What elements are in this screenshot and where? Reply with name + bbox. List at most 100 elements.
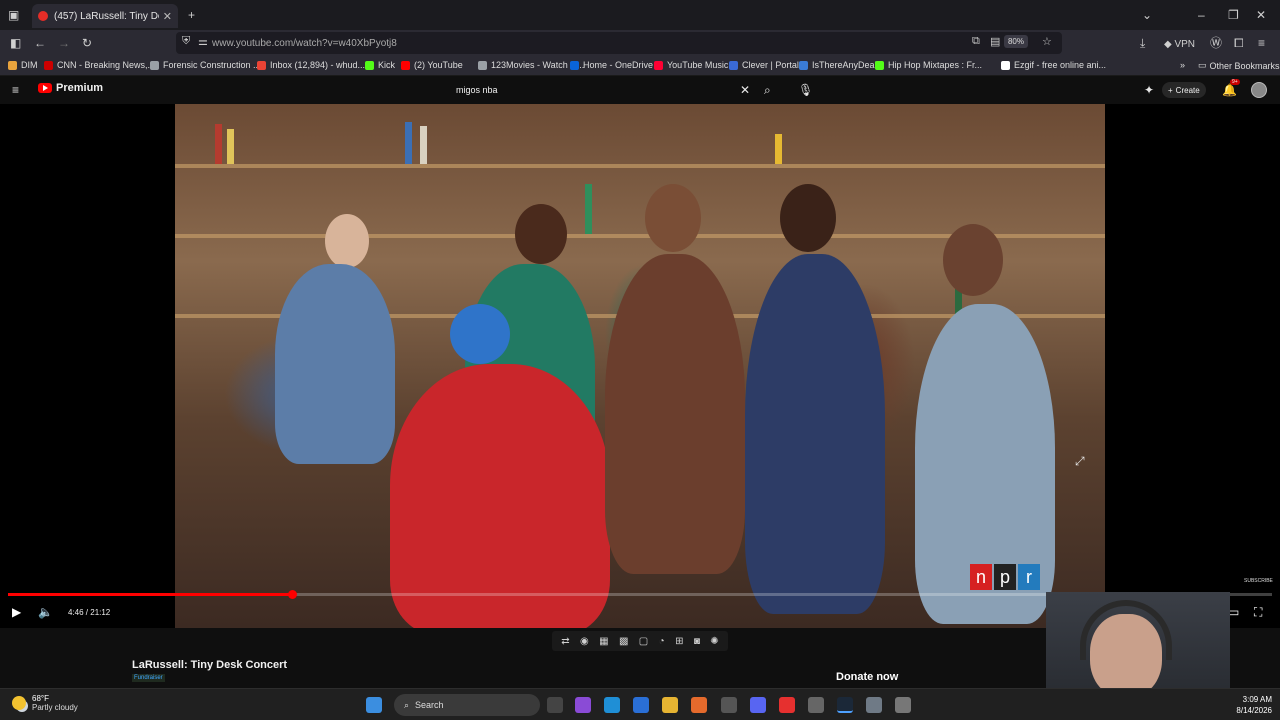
voice-search-mic-icon[interactable]: 🎙: [798, 83, 813, 97]
permissions-icon[interactable]: ⚌: [198, 35, 208, 48]
screenshot-icon[interactable]: ◙: [694, 636, 700, 647]
bookmark-label: Kick: [378, 60, 396, 70]
discord-icon[interactable]: [750, 697, 766, 713]
url-text[interactable]: www.youtube.com/watch?v=w40XbPyotj8: [212, 38, 397, 49]
tab-overview-icon[interactable]: ▣: [8, 7, 19, 23]
start-windows-icon[interactable]: [366, 697, 382, 713]
zoom-level-badge[interactable]: 80%: [1003, 35, 1028, 48]
bookmark-item[interactable]: 123Movies - Watch H...: [478, 60, 584, 70]
vpn-button[interactable]: ◆ VPN: [1164, 37, 1195, 53]
bookmark-star-icon[interactable]: ☆: [1042, 35, 1052, 48]
bookmark-item[interactable]: (2) YouTube: [401, 60, 463, 70]
media-player-icon[interactable]: [779, 697, 795, 713]
notepad-icon[interactable]: [895, 697, 911, 713]
address-bar[interactable]: ⛨ ⚌ www.youtube.com/watch?v=w40XbPyotj8 …: [176, 32, 1062, 54]
sidebar-toggle-icon[interactable]: ◧: [10, 35, 21, 51]
menu-hamburger-icon[interactable]: ≡: [1258, 35, 1265, 51]
clock-date: 8/14/2026: [1236, 706, 1272, 715]
copilot-icon[interactable]: [575, 697, 591, 713]
back-arrow-icon[interactable]: ←: [34, 35, 46, 51]
add-icon[interactable]: ⊞: [675, 636, 683, 647]
firefox-icon[interactable]: [691, 697, 707, 713]
play-icon[interactable]: ▶: [12, 605, 21, 619]
bookmark-label: IsThereAnyDeal: [812, 60, 877, 70]
extension-w-icon[interactable]: Ⓦ: [1210, 35, 1222, 51]
cast-icon[interactable]: ✦: [1144, 83, 1154, 97]
forward-arrow-icon[interactable]: →: [58, 35, 70, 51]
taskbar-search[interactable]: ⌕ Search: [394, 694, 540, 716]
downloads-icon[interactable]: ⤓: [1140, 35, 1145, 51]
weather-widget[interactable]: 68°F Partly cloudy: [12, 694, 78, 712]
edge-icon[interactable]: [604, 697, 620, 713]
tab-list-chevron-icon[interactable]: ⌄: [1142, 7, 1152, 23]
brand-label: Premium: [56, 82, 104, 94]
obs-icon[interactable]: [721, 697, 737, 713]
audio-icon[interactable]: ◉: [580, 636, 589, 647]
search-icon[interactable]: ⌕: [764, 83, 771, 97]
media-icon[interactable]: ▦: [599, 636, 608, 647]
npr-letter: n: [970, 564, 992, 590]
bookmark-favicon-icon: [257, 60, 266, 70]
bookmark-item[interactable]: Forensic Construction ...: [150, 60, 261, 70]
youtube-premium-logo[interactable]: Premium: [38, 82, 103, 94]
bookmark-favicon-icon: [1001, 60, 1010, 70]
extensions-puzzle-icon[interactable]: ⧠: [1234, 35, 1244, 51]
bookmark-item[interactable]: CNN - Breaking News,...: [44, 60, 155, 70]
browser-tab-active[interactable]: (457) LaRussell: Tiny Desk Conc ✕: [32, 4, 178, 28]
video-frame[interactable]: n p r ⤢: [175, 104, 1105, 628]
task-view-icon[interactable]: [547, 697, 563, 713]
bookmark-favicon-icon: [570, 60, 579, 70]
speed-icon[interactable]: ◔: [659, 636, 665, 647]
system-clock[interactable]: 3:09 AM 8/14/2026: [1226, 694, 1272, 716]
volume-icon[interactable]: 🔈: [38, 605, 53, 619]
more-bookmarks-chevron-icon[interactable]: »: [1180, 60, 1185, 70]
loop-icon[interactable]: ⇄: [561, 636, 569, 647]
clear-search-icon[interactable]: ✕: [740, 83, 750, 97]
create-button[interactable]: + Create: [1162, 82, 1206, 98]
site-security-shield-icon[interactable]: ⛨: [182, 35, 190, 48]
video-player[interactable]: n p r ⤢: [0, 104, 1280, 628]
store-icon[interactable]: [633, 697, 649, 713]
other-bookmarks-folder[interactable]: ▭ Other Bookmarks: [1198, 60, 1280, 71]
bookmark-item[interactable]: YouTube Music: [654, 60, 728, 70]
donate-button[interactable]: Donate now: [836, 671, 898, 683]
bookmark-label: (2) YouTube: [414, 60, 463, 70]
expand-overlay-icon[interactable]: ⤢: [1075, 454, 1085, 468]
close-tab-icon[interactable]: ✕: [163, 10, 172, 23]
restore-window-icon[interactable]: ❐: [1228, 7, 1239, 23]
toolbar-settings-icon[interactable]: ✺: [710, 636, 718, 647]
account-avatar[interactable]: [1251, 82, 1267, 98]
bookmark-item[interactable]: Kick: [365, 60, 395, 70]
app-icon[interactable]: [808, 697, 824, 713]
bookmark-favicon-icon: [799, 60, 808, 70]
subscribe-overlay[interactable]: SUBSCRIBE: [1244, 578, 1273, 584]
browser-tab-strip: ▣ (457) LaRussell: Tiny Desk Conc ✕ + ⌄ …: [0, 0, 1280, 30]
frame-icon[interactable]: ▢: [639, 636, 648, 647]
notifications-bell-icon[interactable]: 🔔: [1222, 83, 1237, 97]
bookmark-item[interactable]: IsThereAnyDeal: [799, 60, 877, 70]
bookmark-favicon-icon: [8, 60, 17, 70]
bookmark-item[interactable]: Inbox (12,894) - whud...: [257, 60, 365, 70]
fullscreen-icon[interactable]: ⛶: [1254, 605, 1262, 619]
bookmark-item[interactable]: Hip Hop Mixtapes : Fr...: [875, 60, 982, 70]
bookmark-item[interactable]: Home - OneDrive: [570, 60, 653, 70]
search-input[interactable]: migos nba: [450, 79, 760, 101]
guide-menu-icon[interactable]: ≡: [12, 83, 19, 97]
file-explorer-icon[interactable]: [662, 697, 678, 713]
search-query[interactable]: migos nba: [456, 85, 498, 95]
new-tab-icon[interactable]: +: [188, 7, 195, 23]
bookmark-favicon-icon: [478, 60, 487, 70]
close-window-icon[interactable]: ✕: [1256, 7, 1266, 23]
npr-watermark-logo: n p r: [970, 564, 1040, 590]
settings-app-icon[interactable]: [866, 697, 882, 713]
reload-icon[interactable]: ↻: [82, 35, 92, 51]
clip-icon[interactable]: ▩: [619, 636, 628, 647]
bookmark-item[interactable]: Ezgif - free online ani...: [1001, 60, 1106, 70]
bookmark-item[interactable]: DIM: [8, 60, 38, 70]
steam-icon[interactable]: [837, 697, 853, 713]
bookmark-item[interactable]: Clever | Portal: [729, 60, 799, 70]
headphones: [1080, 600, 1172, 660]
picture-in-picture-icon[interactable]: ⧉: [972, 35, 980, 48]
reader-mode-icon[interactable]: ▤: [990, 35, 1000, 48]
minimize-window-icon[interactable]: –: [1198, 7, 1205, 23]
